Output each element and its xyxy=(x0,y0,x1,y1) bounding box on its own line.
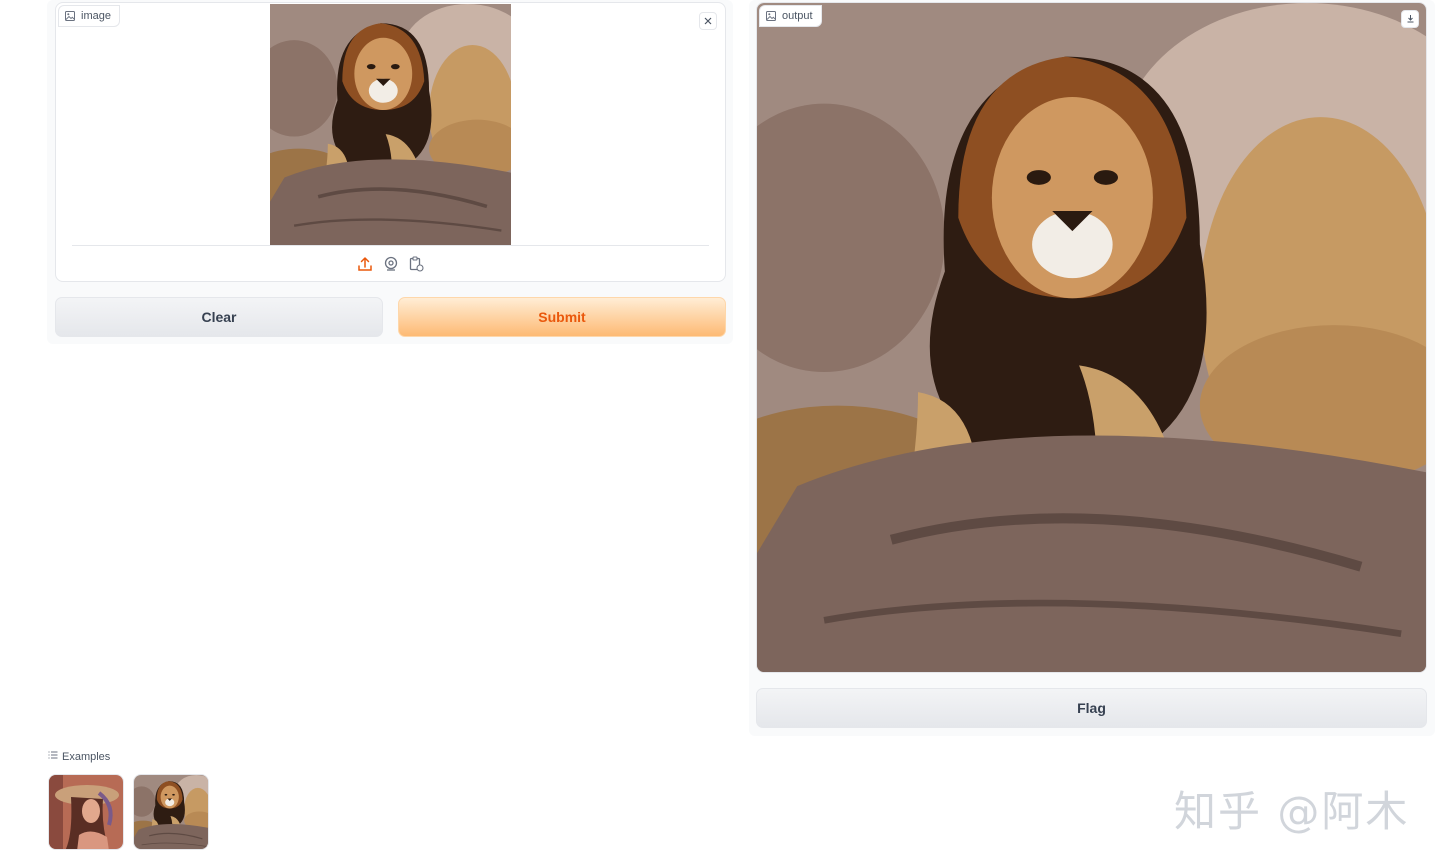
submit-button[interactable]: Submit xyxy=(398,297,726,337)
clear-image-button[interactable] xyxy=(699,12,717,30)
output-image-block: output xyxy=(756,2,1427,673)
close-icon xyxy=(704,12,712,30)
webcam-source-button[interactable] xyxy=(382,255,400,273)
clipboard-icon xyxy=(407,255,425,273)
clipboard-source-button[interactable] xyxy=(407,255,425,273)
output-image xyxy=(757,3,1427,673)
download-button[interactable] xyxy=(1401,10,1419,28)
image-icon xyxy=(766,11,776,21)
output-image-label-text: output xyxy=(782,10,813,22)
input-image-preview xyxy=(270,4,511,245)
input-image-label-text: image xyxy=(81,10,111,22)
list-icon xyxy=(48,750,58,763)
example-woman-thumbnail[interactable] xyxy=(48,774,124,850)
image-divider xyxy=(72,245,709,246)
examples-label: Examples xyxy=(62,750,111,763)
download-icon xyxy=(1406,10,1415,28)
upload-icon xyxy=(356,255,374,273)
flag-button[interactable]: Flag xyxy=(756,688,1427,728)
watermark: 知乎 @阿木 xyxy=(1174,787,1410,836)
example-lion-thumbnail[interactable] xyxy=(133,774,209,850)
output-image-label: output xyxy=(759,5,822,27)
examples-header: Examples xyxy=(48,750,110,763)
image-icon xyxy=(65,11,75,21)
clear-button[interactable]: Clear xyxy=(55,297,383,337)
upload-source-button[interactable] xyxy=(356,255,374,273)
webcam-icon xyxy=(382,255,400,273)
input-image-block: image xyxy=(55,2,726,282)
input-image-label: image xyxy=(58,5,120,27)
